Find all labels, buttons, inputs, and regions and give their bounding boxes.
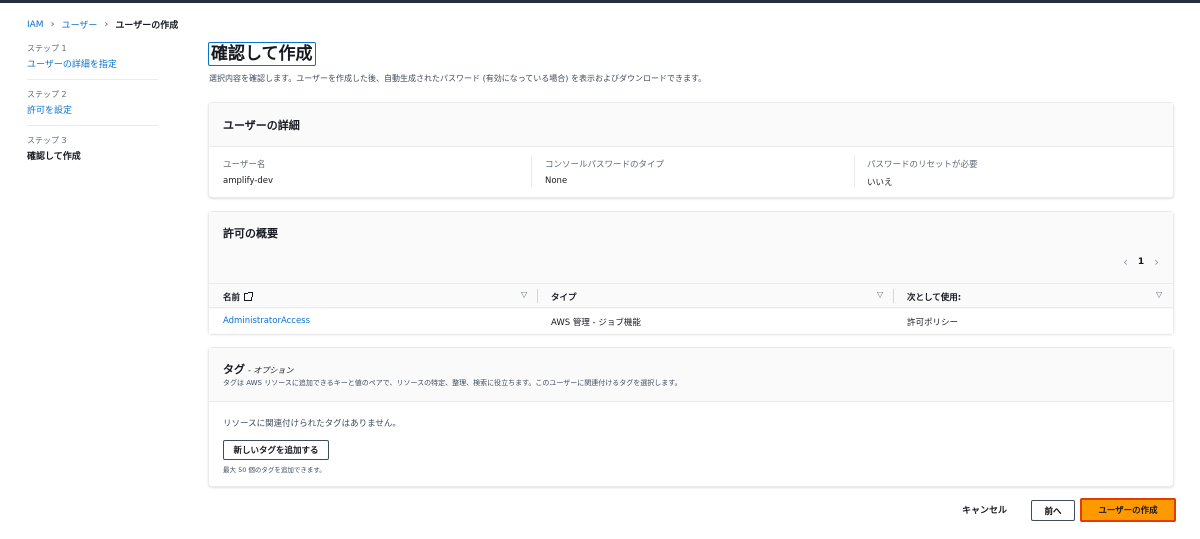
tags-title: タグ — [223, 363, 245, 376]
sort-icon[interactable]: ▽ — [521, 290, 527, 299]
breadcrumb-iam[interactable]: IAM — [27, 20, 44, 30]
field-value: いいえ — [867, 178, 893, 188]
column-divider — [537, 289, 538, 303]
tags-description: タグは AWS リソースに追加できるキーと値のペアで、リソースの特定、整理、検索… — [223, 379, 682, 387]
field-username: ユーザー名 amplify-dev — [223, 158, 273, 186]
chevron-right-icon[interactable]: › — [1154, 255, 1159, 269]
policy-type: AWS 管理 - ジョブ機能 — [551, 318, 641, 328]
tags-card: タグ - オプション タグは AWS リソースに追加できるキーと値のペアで、リソ… — [208, 347, 1174, 487]
page-number[interactable]: 1 — [1138, 257, 1144, 267]
step-number: ステップ 1 — [27, 44, 67, 53]
step-number: ステップ 3 — [27, 136, 67, 145]
card-header: ユーザーの詳細 — [209, 103, 1173, 147]
page-description: 選択内容を確認します。ユーザーを作成した後、自動生成されたパスワード (有効にな… — [209, 74, 707, 83]
card-title: 許可の概要 — [223, 227, 278, 240]
column-header-name[interactable]: 名前 — [223, 291, 254, 303]
column-header-usage[interactable]: 次として使用: — [907, 291, 961, 303]
step-link-user-details[interactable]: ユーザーの詳細を指定 — [27, 57, 158, 70]
breadcrumb-users[interactable]: ユーザー — [62, 18, 98, 31]
optional-label: - オプション — [248, 366, 294, 375]
breadcrumb-current: ユーザーの作成 — [115, 21, 179, 31]
chevron-left-icon[interactable]: ‹ — [1123, 255, 1128, 269]
table-row: AdministratorAccess AWS 管理 - ジョブ機能 許可ポリシ… — [209, 309, 1173, 333]
table-header: 名前 ▽ タイプ ▽ 次として使用: ▽ — [209, 283, 1173, 308]
previous-button[interactable]: 前へ — [1031, 500, 1075, 521]
card-title: タグ - オプション — [223, 361, 293, 377]
step-2: ステップ 2 許可を設定 — [27, 89, 158, 126]
cancel-button[interactable]: キャンセル — [962, 503, 1007, 516]
external-link-icon — [244, 292, 254, 301]
policy-name-link[interactable]: AdministratorAccess — [223, 316, 310, 326]
add-tag-button[interactable]: 新しいタグを追加する — [223, 440, 329, 460]
tags-empty-message: リソースに関連付けられたタグはありません。 — [223, 419, 401, 429]
step-link-permissions[interactable]: 許可を設定 — [27, 103, 158, 116]
column-header-type[interactable]: タイプ — [551, 291, 577, 303]
field-label: コンソールパスワードのタイプ — [545, 160, 665, 170]
step-current-review: 確認して作成 — [27, 152, 81, 162]
divider — [854, 155, 855, 187]
breadcrumb: IAM › ユーザー › ユーザーの作成 — [27, 18, 178, 31]
field-value: None — [545, 176, 568, 186]
sort-icon[interactable]: ▽ — [1156, 290, 1162, 299]
field-value: amplify-dev — [223, 176, 274, 186]
permissions-summary-card: 許可の概要 ‹ 1 › 名前 ▽ タイプ ▽ 次として使用: ▽ Adminis… — [208, 211, 1174, 334]
field-password-type: コンソールパスワードのタイプ None — [545, 158, 664, 186]
pagination: ‹ 1 › — [1123, 255, 1159, 269]
card-header: タグ - オプション タグは AWS リソースに追加できるキーと値のペアで、リソ… — [209, 348, 1173, 402]
column-divider — [893, 289, 894, 303]
step-3: ステップ 3 確認して作成 — [27, 135, 158, 171]
policy-usage: 許可ポリシー — [907, 318, 959, 328]
field-label: パスワードのリセットが必要 — [867, 160, 978, 170]
card-title: ユーザーの詳細 — [223, 119, 300, 132]
field-label: ユーザー名 — [223, 160, 266, 170]
step-1: ステップ 1 ユーザーの詳細を指定 — [27, 43, 158, 80]
divider — [531, 155, 532, 187]
wizard-steps: ステップ 1 ユーザーの詳細を指定 ステップ 2 許可を設定 ステップ 3 確認… — [27, 43, 158, 180]
step-number: ステップ 2 — [27, 90, 67, 99]
chevron-right-icon: › — [50, 19, 55, 30]
tags-limit-text: 最大 50 個のタグを追加できます。 — [223, 466, 326, 474]
page-title: 確認して作成 — [208, 42, 316, 66]
card-header: 許可の概要 ‹ 1 › 名前 ▽ タイプ ▽ 次として使用: ▽ Adminis… — [209, 212, 1173, 334]
sort-icon[interactable]: ▽ — [877, 290, 883, 299]
top-bar — [0, 0, 1200, 3]
user-details-card: ユーザーの詳細 ユーザー名 amplify-dev コンソールパスワードのタイプ… — [208, 102, 1174, 198]
column-label: 次として使用: — [907, 293, 962, 303]
field-password-reset: パスワードのリセットが必要 いいえ — [867, 158, 978, 188]
chevron-right-icon: › — [104, 19, 109, 30]
column-label: 名前 — [223, 293, 241, 303]
create-user-button[interactable]: ユーザーの作成 — [1080, 498, 1176, 522]
column-label: タイプ — [551, 293, 577, 303]
